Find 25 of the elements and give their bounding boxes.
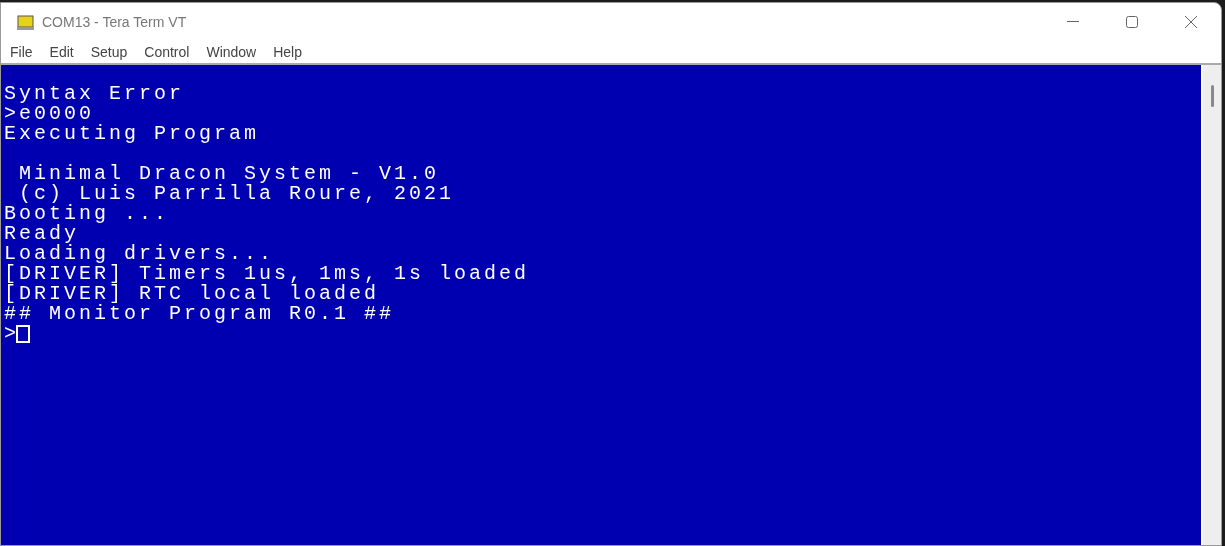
terminal-line: Booting ... xyxy=(4,204,171,224)
terminal-line: ## Monitor Program R0.1 ## xyxy=(4,304,396,324)
terminal-line: >e0000 xyxy=(4,104,94,124)
menu-item[interactable]: Help xyxy=(268,41,307,63)
menu-item[interactable]: Window xyxy=(201,41,262,63)
close-icon xyxy=(1185,16,1197,28)
app-icon xyxy=(17,14,34,30)
terminal-line: Ready xyxy=(4,224,79,244)
terminal-line: (c) Luis Parrilla Roure, 2021 xyxy=(19,184,456,204)
terminal-line: Minimal Dracon System - V1.0 xyxy=(18,164,441,184)
window-title: COM13 - Tera Term VT xyxy=(42,12,187,32)
text-cursor xyxy=(16,325,30,343)
maximize-icon xyxy=(1126,16,1138,28)
menu-item[interactable]: Setup xyxy=(85,41,133,63)
menu-item[interactable]: Control xyxy=(139,41,195,63)
terminal-line: [DRIVER] RTC local loaded xyxy=(4,284,381,304)
menu-item[interactable]: Edit xyxy=(44,41,79,63)
terminal-prompt: > xyxy=(4,324,19,344)
terminal-line: Executing Program xyxy=(4,124,261,144)
menu-item[interactable]: File xyxy=(5,41,38,63)
terminal-line: [DRIVER] Timers 1us, 1ms, 1s loaded xyxy=(4,264,531,284)
terminal-line: Loading drivers... xyxy=(4,244,276,264)
minimize-icon xyxy=(1067,21,1079,23)
terminal-line: Syntax Error xyxy=(4,84,186,104)
scrollbar-thumb[interactable] xyxy=(1211,85,1214,107)
